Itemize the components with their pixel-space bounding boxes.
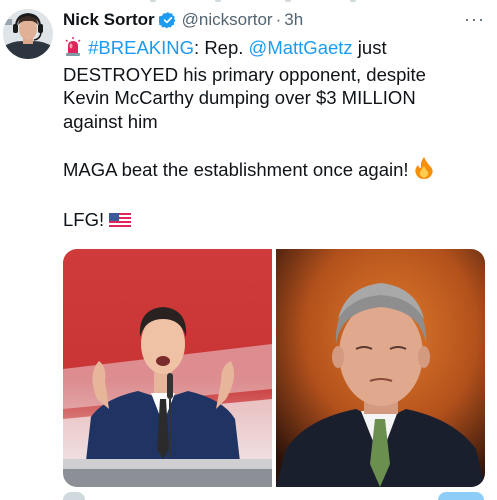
- tweet-header: Nick Sortor @nicksortor · 3h: [63, 9, 303, 31]
- tweet-line: MAGA beat the establishment once again!: [63, 158, 409, 180]
- fire-icon: [414, 156, 434, 185]
- author-handle[interactable]: @nicksortor: [182, 10, 273, 30]
- verified-badge-icon: [157, 11, 177, 29]
- previous-tweet-edge: [0, 0, 497, 6]
- photo-right[interactable]: [276, 249, 485, 487]
- speaker-podium-image: [63, 249, 272, 487]
- mccarthy-portrait-image: [276, 249, 485, 487]
- tweet-text: #BREAKING: Rep. @MattGaetz just DESTROYE…: [63, 36, 483, 234]
- action-bar-edge: [0, 492, 497, 500]
- author-avatar[interactable]: [3, 9, 53, 59]
- tweet-text-part: : Rep.: [194, 37, 249, 58]
- photo-left[interactable]: [63, 249, 272, 487]
- tweet-timestamp[interactable]: 3h: [284, 10, 303, 30]
- author-name[interactable]: Nick Sortor: [63, 10, 155, 30]
- avatar-photo: [3, 9, 53, 59]
- tweet-line: LFG!: [63, 208, 105, 230]
- us-flag-icon: [109, 211, 132, 235]
- breaking-hashtag[interactable]: #BREAKING: [88, 37, 194, 58]
- more-options-icon[interactable]: ···: [464, 9, 485, 30]
- separator-dot: ·: [275, 10, 282, 29]
- tweet-media[interactable]: [63, 249, 485, 487]
- tweet-text-part: just: [352, 37, 387, 58]
- tweet-line: Kevin McCarthy dumping over $3 MILLION: [63, 87, 416, 108]
- mention-mattgaetz[interactable]: @MattGaetz: [249, 37, 353, 58]
- tweet-line: DESTROYED his primary opponent, despite: [63, 63, 426, 85]
- tweet-line: against him: [63, 110, 158, 132]
- siren-icon: [63, 37, 83, 63]
